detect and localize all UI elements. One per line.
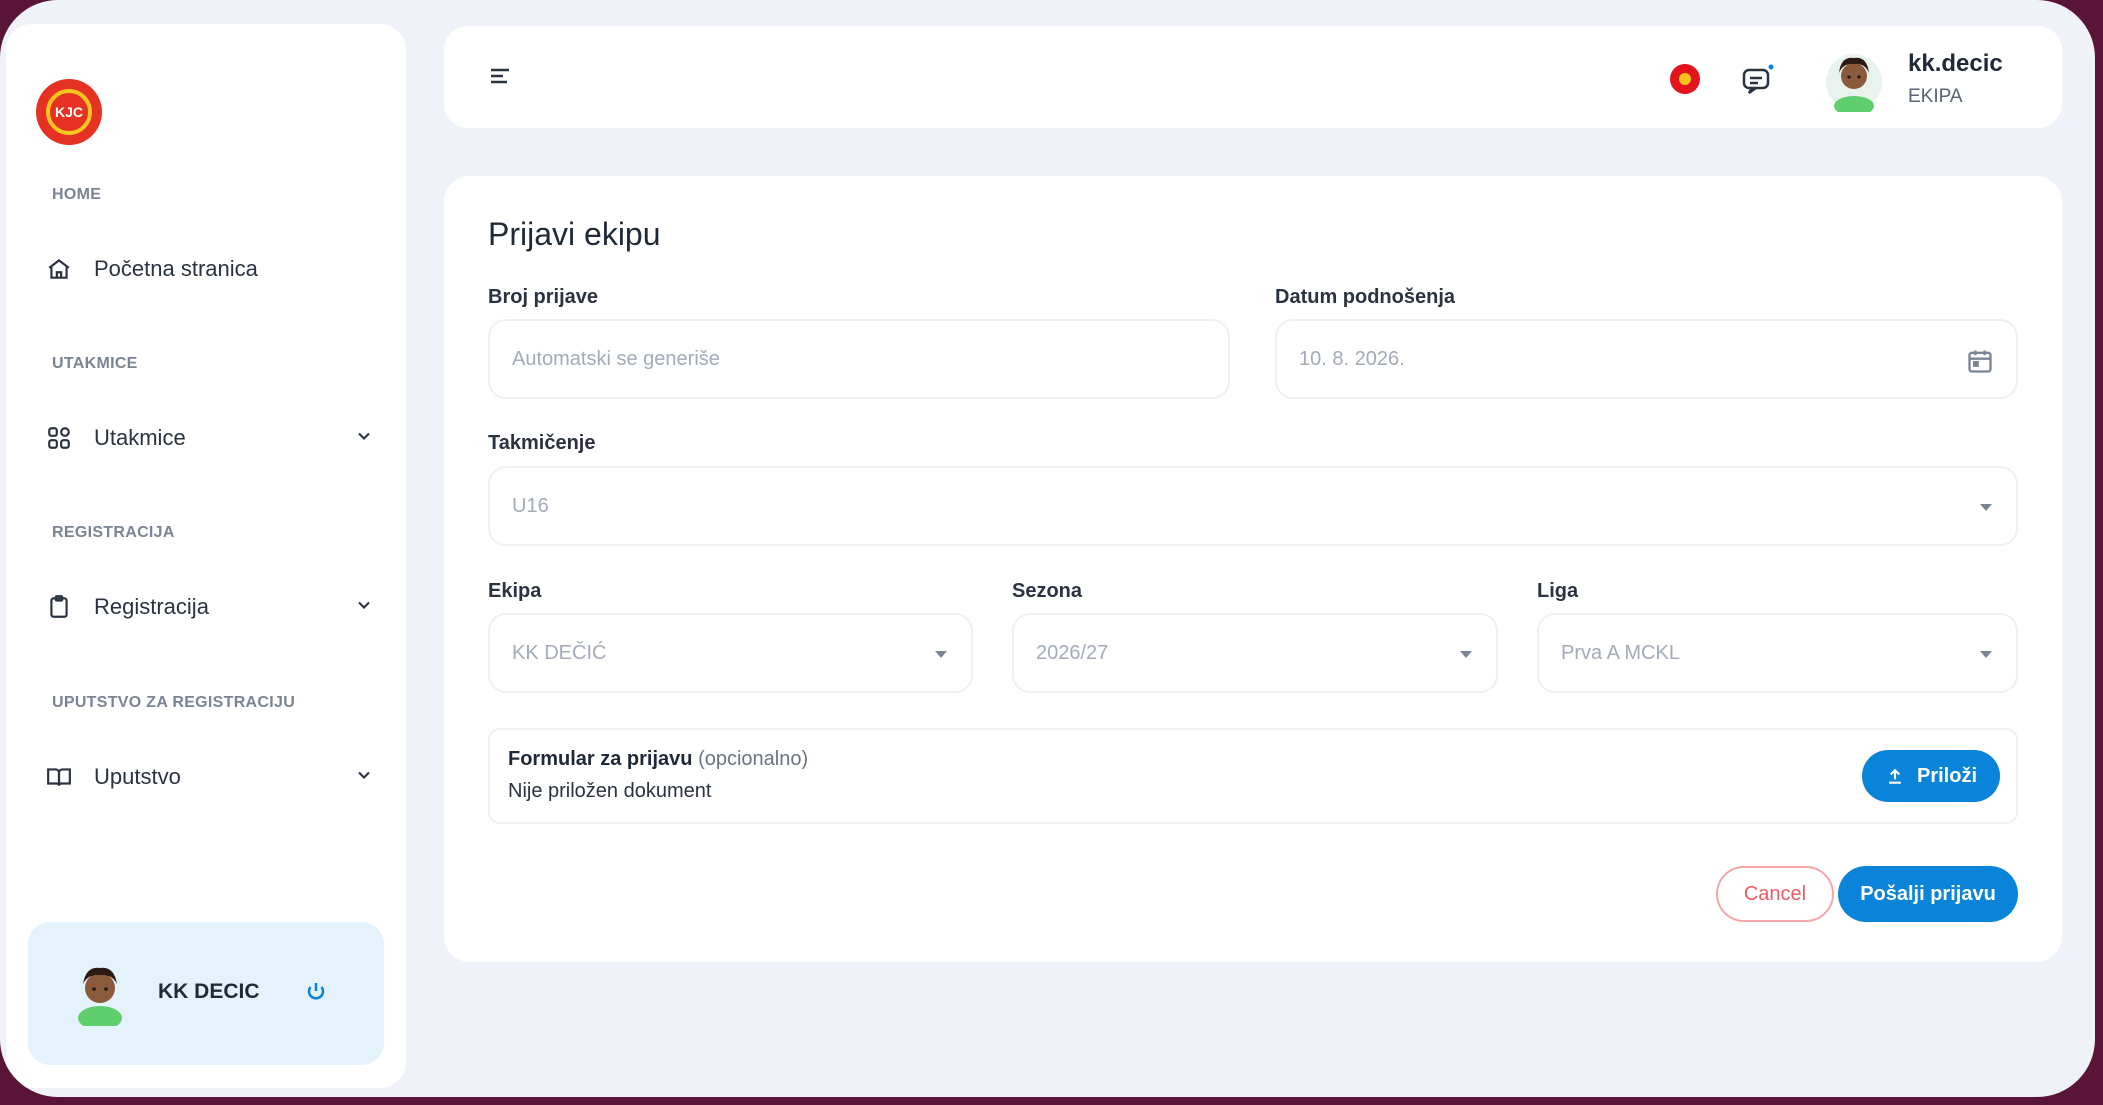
sidebar: KJC HOME Početna stranica UTAKMICE Utakm…	[6, 24, 406, 1088]
section-label-registracija: REGISTRACIJA	[52, 524, 175, 541]
section-label-uputstvo: UPUTSTVO ZA REGISTRACIJU	[52, 694, 296, 711]
user-card: KK DECIC	[28, 922, 384, 1065]
broj-prijave-label: Broj prijave	[488, 286, 599, 308]
caret-down-icon	[935, 651, 947, 658]
power-icon[interactable]	[304, 980, 328, 1009]
sidebar-item-registracija[interactable]: Registracija	[44, 585, 374, 629]
message-icon[interactable]	[1740, 62, 1776, 103]
datum-input[interactable]: 10. 8. 2026.	[1275, 319, 2018, 399]
clipboard-icon	[44, 592, 74, 622]
chevron-down-icon	[354, 765, 374, 790]
logo-ring: KJC	[46, 89, 92, 135]
book-icon	[44, 762, 74, 792]
flag-emblem	[1679, 73, 1691, 85]
takmicenje-label: Takmičenje	[488, 432, 596, 454]
chevron-down-icon	[354, 595, 374, 620]
ekipa-select[interactable]: KK DEČIĆ	[488, 613, 973, 693]
caret-down-icon	[1980, 651, 1992, 658]
language-flag-icon[interactable]	[1670, 64, 1700, 94]
menu-icon[interactable]	[488, 64, 512, 93]
liga-label: Liga	[1537, 580, 1579, 602]
sidebar-item-utakmice[interactable]: Utakmice	[44, 416, 374, 460]
club-logo[interactable]: KJC	[36, 79, 102, 145]
upload-icon	[1889, 768, 1901, 784]
attachment-title: Formular za prijavu (opcionalno)	[508, 748, 808, 771]
top-user-info[interactable]: kk.decic EKIPA	[1908, 50, 2003, 108]
app-frame: KJC HOME Početna stranica UTAKMICE Utakm…	[0, 0, 2095, 1097]
attach-button[interactable]: Priloži	[1862, 750, 2000, 802]
sidebar-item-label: Uputstvo	[94, 764, 181, 789]
takmicenje-select[interactable]: U16	[488, 466, 2018, 546]
attach-button-label: Priloži	[1916, 764, 1977, 787]
attachment-box: Formular za prijavu (opcionalno) Nije pr…	[488, 728, 2018, 824]
avatar	[72, 960, 128, 1031]
topbar: kk.decic EKIPA	[444, 26, 2062, 128]
sidebar-item-label: Utakmice	[94, 425, 186, 450]
registration-form-card: Prijavi ekipu Broj prijave Automatski se…	[444, 176, 2062, 962]
chevron-down-icon	[354, 426, 374, 451]
calendar-icon[interactable]	[1966, 347, 1994, 381]
attachment-title-text: Formular za prijavu	[508, 748, 693, 770]
sezona-label: Sezona	[1012, 580, 1083, 602]
attachment-status: Nije priložen dokument	[508, 780, 712, 802]
sezona-value: 2026/27	[1036, 641, 1109, 664]
attachment-optional: (opcionalno)	[698, 748, 809, 770]
broj-prijave-input[interactable]: Automatski se generiše	[488, 319, 1230, 399]
home-icon	[44, 254, 74, 284]
ekipa-label: Ekipa	[488, 580, 542, 602]
takmicenje-value: U16	[512, 494, 549, 517]
sezona-select[interactable]: 2026/27	[1012, 613, 1498, 693]
sidebar-item-pocetna[interactable]: Početna stranica	[44, 247, 374, 291]
section-label-utakmice: UTAKMICE	[52, 355, 138, 372]
caret-down-icon	[1980, 504, 1992, 511]
sidebar-item-uputstvo[interactable]: Uputstvo	[44, 755, 374, 799]
page-title: Prijavi ekipu	[488, 216, 661, 252]
avatar[interactable]	[1822, 46, 1886, 117]
datum-value: 10. 8. 2026.	[1299, 347, 1405, 370]
caret-down-icon	[1460, 651, 1472, 658]
broj-prijave-placeholder: Automatski se generiše	[512, 347, 720, 370]
sidebar-item-label: Početna stranica	[94, 256, 258, 281]
section-label-home: HOME	[52, 186, 102, 203]
user-card-name: KK DECIC	[158, 980, 260, 1003]
username: kk.decic	[1908, 50, 2003, 77]
sidebar-item-label: Registracija	[94, 594, 209, 619]
user-role: EKIPA	[1908, 86, 1963, 107]
cancel-button[interactable]: Cancel	[1716, 866, 1834, 922]
liga-select[interactable]: Prva A MCKL	[1537, 613, 2018, 693]
ekipa-value: KK DEČIĆ	[512, 641, 607, 664]
submit-button[interactable]: Pošalji prijavu	[1838, 866, 2018, 922]
grid-icon	[44, 423, 74, 453]
datum-label: Datum podnošenja	[1275, 286, 1456, 308]
liga-value: Prva A MCKL	[1561, 641, 1680, 664]
